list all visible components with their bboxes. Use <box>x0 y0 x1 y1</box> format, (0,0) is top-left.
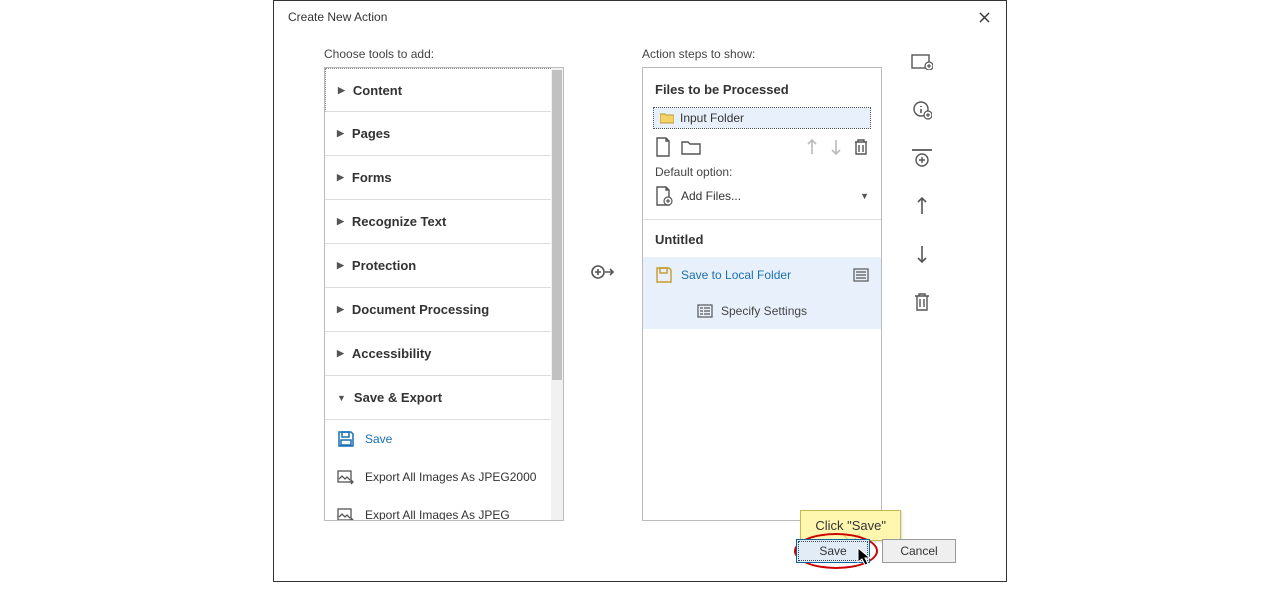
category-document-processing[interactable]: ▶ Document Processing <box>325 288 553 332</box>
dialog-title: Create New Action <box>288 10 970 24</box>
input-folder-item[interactable]: Input Folder <box>653 107 871 129</box>
category-label: Protection <box>352 258 416 273</box>
step-label: Save to Local Folder <box>681 268 791 282</box>
chevron-right-icon: ▶ <box>337 128 344 139</box>
tool-label: Save <box>365 432 392 446</box>
category-label: Document Processing <box>352 302 489 317</box>
category-label: Accessibility <box>352 346 432 361</box>
category-content[interactable]: ▶ Content <box>325 68 553 112</box>
category-label: Save & Export <box>354 390 442 405</box>
add-folder-icon[interactable] <box>681 139 701 155</box>
tool-export-jpeg[interactable]: Export All Images As JPEG <box>325 496 553 521</box>
file-tools <box>643 129 881 165</box>
add-divider-icon[interactable] <box>911 147 933 169</box>
folder-icon <box>660 112 674 124</box>
tool-export-jpeg2000[interactable]: Export All Images As JPEG2000 <box>325 458 553 496</box>
category-forms[interactable]: ▶ Forms <box>325 156 553 200</box>
save-icon <box>335 430 357 448</box>
steps-listbox[interactable]: Files to be Processed Input Folder <box>642 67 882 521</box>
dialog-buttons: Save Cancel <box>796 539 956 563</box>
add-files-dropdown[interactable]: Add Files... ▼ <box>655 183 869 209</box>
move-up-icon[interactable] <box>805 138 819 156</box>
step-specify-settings[interactable]: Specify Settings <box>643 293 881 329</box>
move-up-button[interactable] <box>911 195 933 217</box>
files-section-title: Files to be Processed <box>643 68 881 107</box>
move-down-button[interactable] <box>911 243 933 265</box>
category-label: Pages <box>352 126 390 141</box>
chevron-down-icon: ▼ <box>860 191 869 201</box>
chevron-right-icon: ▶ <box>337 348 344 359</box>
export-image-icon <box>335 468 357 486</box>
add-file-plus-icon <box>655 186 673 206</box>
add-to-steps-button[interactable] <box>590 264 616 284</box>
tools-label: Choose tools to add: <box>324 47 564 61</box>
chevron-right-icon: ▶ <box>337 304 344 315</box>
default-option-label: Default option: <box>643 165 881 179</box>
cancel-button[interactable]: Cancel <box>882 539 956 563</box>
chevron-right-icon: ▶ <box>337 260 344 271</box>
tools-listbox[interactable]: ▶ Content ▶ Pages ▶ Forms ▶ Recognize Text ▶… <box>324 67 564 521</box>
tool-save[interactable]: Save <box>325 420 553 458</box>
add-file-icon[interactable] <box>655 137 671 157</box>
new-panel-icon[interactable] <box>911 51 933 73</box>
input-folder-label: Input Folder <box>680 111 744 125</box>
add-column <box>564 47 642 501</box>
save-folder-icon <box>655 266 673 284</box>
action-name: Untitled <box>643 220 881 257</box>
category-label: Forms <box>352 170 392 185</box>
add-files-label: Add Files... <box>681 189 741 203</box>
chevron-down-icon: ▼ <box>337 393 346 403</box>
step-settings-icon[interactable] <box>853 268 869 282</box>
chevron-right-icon: ▶ <box>337 172 344 183</box>
step-sub-label: Specify Settings <box>721 304 807 318</box>
category-label: Content <box>353 83 402 98</box>
new-instruction-icon[interactable] <box>911 99 933 121</box>
category-save-export[interactable]: ▼ Save & Export <box>325 376 553 420</box>
tool-label: Export All Images As JPEG2000 <box>365 470 536 484</box>
steps-label: Action steps to show: <box>642 47 882 61</box>
side-toolbar <box>904 47 940 521</box>
save-button[interactable]: Save <box>796 539 870 563</box>
tools-column: Choose tools to add: ▶ Content ▶ Pages ▶ Fo… <box>324 47 564 521</box>
scrollbar[interactable] <box>551 68 563 520</box>
titlebar: Create New Action <box>274 1 1006 33</box>
step-save-local[interactable]: Save to Local Folder <box>643 257 881 293</box>
move-down-icon[interactable] <box>829 138 843 156</box>
create-action-dialog: Create New Action Choose tools to add: ▶… <box>273 0 1007 582</box>
category-accessibility[interactable]: ▶ Accessibility <box>325 332 553 376</box>
dialog-body: Choose tools to add: ▶ Content ▶ Pages ▶ Fo… <box>274 33 1006 581</box>
delete-icon[interactable] <box>853 138 869 156</box>
tutorial-tooltip: Click "Save" <box>800 510 901 541</box>
category-label: Recognize Text <box>352 214 446 229</box>
export-image-icon <box>335 506 357 521</box>
category-pages[interactable]: ▶ Pages <box>325 112 553 156</box>
scrollbar-thumb[interactable] <box>552 70 562 380</box>
chevron-right-icon: ▶ <box>338 85 345 96</box>
close-icon[interactable] <box>970 5 998 29</box>
category-protection[interactable]: ▶ Protection <box>325 244 553 288</box>
tool-label: Export All Images As JPEG <box>365 508 510 521</box>
delete-step-button[interactable] <box>911 291 933 313</box>
chevron-right-icon: ▶ <box>337 216 344 227</box>
category-recognize-text[interactable]: ▶ Recognize Text <box>325 200 553 244</box>
steps-column: Action steps to show: Files to be Proces… <box>642 47 956 521</box>
settings-list-icon <box>697 304 713 318</box>
